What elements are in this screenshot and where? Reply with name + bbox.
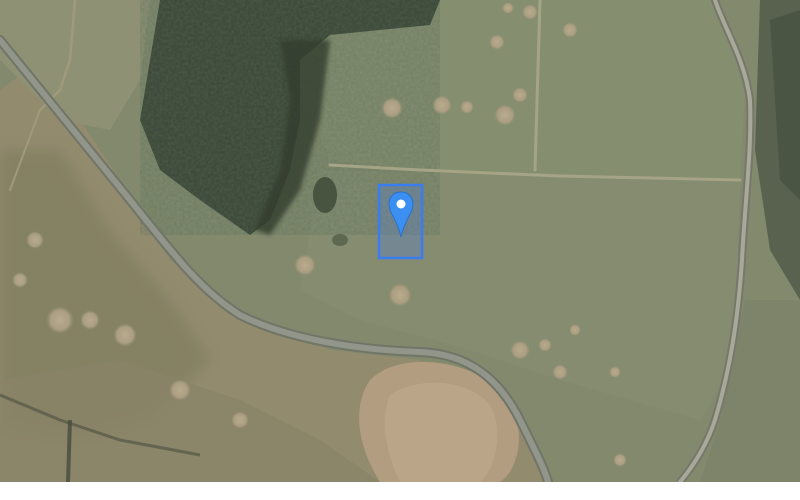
satellite-map[interactable] <box>0 0 800 482</box>
bottom-margin <box>0 482 800 500</box>
satellite-imagery <box>0 0 800 482</box>
